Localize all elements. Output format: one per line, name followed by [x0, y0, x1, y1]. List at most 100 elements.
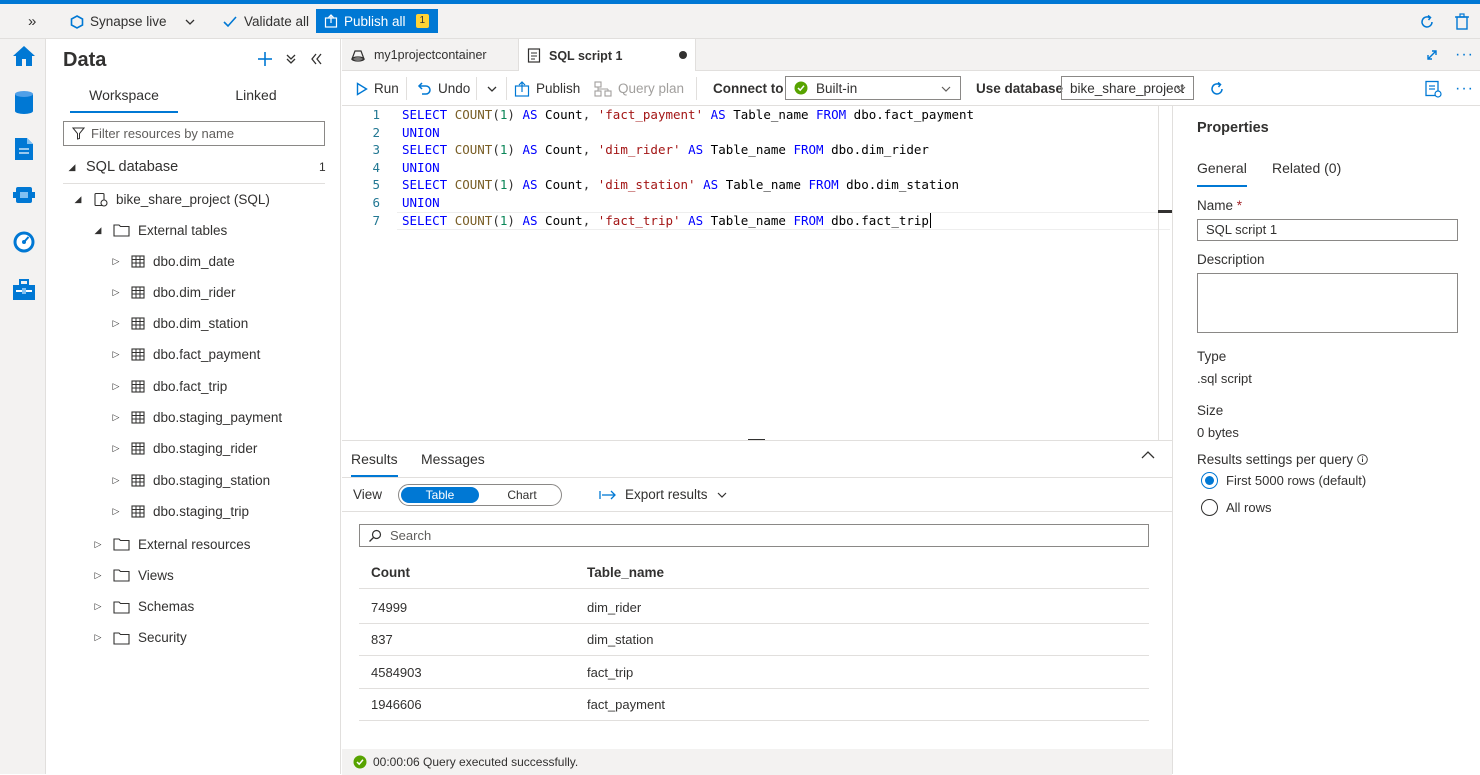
description-textarea[interactable] — [1197, 273, 1458, 333]
tree-table-item[interactable]: ▷ dbo.dim_rider — [47, 277, 341, 307]
code-text: UNION — [402, 125, 440, 140]
code-line[interactable]: 1 SELECT COUNT(1) AS Count, 'fact_payment… — [342, 107, 1172, 125]
undo-dropdown-button[interactable] — [486, 71, 498, 106]
tab-results[interactable]: Results — [351, 451, 398, 477]
view-table-option[interactable]: Table — [401, 487, 479, 503]
view-chart-option[interactable]: Chart — [483, 487, 561, 503]
query-plan-button[interactable]: Query plan — [594, 71, 684, 106]
nav-data[interactable] — [11, 89, 37, 115]
tree-table-item[interactable]: ▷ dbo.staging_rider — [47, 434, 341, 464]
toolbar-more-button[interactable]: ··· — [1455, 71, 1474, 106]
connection-select[interactable]: Built-in — [785, 76, 961, 100]
chevron-down-icon — [1176, 86, 1186, 92]
nav-develop[interactable] — [11, 136, 37, 162]
table-row[interactable]: 4584903 fact_trip — [359, 657, 1149, 689]
table-label: dbo.dim_station — [153, 316, 249, 332]
table-label: dbo.dim_date — [153, 253, 235, 269]
description-label: Description — [1197, 252, 1265, 267]
code-line[interactable]: 6 UNION — [342, 195, 1172, 213]
nav-integrate[interactable] — [11, 182, 37, 208]
tree-folder-item[interactable]: ▷ External resources — [47, 529, 341, 559]
mode-dropdown-button[interactable] — [184, 4, 196, 39]
publish-all-button[interactable]: Publish all 1 — [316, 9, 438, 33]
tree-folder-item[interactable]: ▷ Security — [47, 623, 341, 653]
collapse-rail-button[interactable]: » — [28, 4, 36, 39]
tree-database-node[interactable]: ◢ bike_share_project (SQL) — [47, 184, 341, 214]
container-icon — [351, 50, 365, 62]
info-icon[interactable] — [1357, 454, 1368, 465]
table-row[interactable]: 74999 dim_rider — [359, 592, 1149, 624]
folder-label: Schemas — [138, 599, 195, 615]
top-command-bar: » Synapse live Validate all Publish all … — [0, 4, 1480, 39]
table-row[interactable]: 1946606 fact_payment — [359, 689, 1149, 721]
query-plan-icon — [594, 80, 612, 97]
code-line[interactable]: 5 SELECT COUNT(1) AS Count, 'dim_station'… — [342, 177, 1172, 195]
tab-workspace[interactable]: Workspace — [70, 85, 178, 113]
run-button[interactable]: Run — [356, 71, 399, 106]
tab-sql-script-1[interactable]: SQL script 1 — [518, 39, 696, 72]
collapse-panel-button[interactable] — [309, 51, 323, 72]
properties-toggle-button[interactable] — [1424, 71, 1442, 106]
column-header-table-name[interactable]: Table_name — [587, 565, 664, 580]
code-line[interactable]: 4 UNION — [342, 160, 1172, 178]
tree-table-item[interactable]: ▷ dbo.staging_trip — [47, 496, 341, 526]
tree-folder-item[interactable]: ▷ Views — [47, 560, 341, 590]
add-resource-button[interactable] — [257, 51, 273, 72]
publish-button[interactable]: Publish — [514, 71, 580, 106]
nav-home[interactable] — [11, 43, 37, 69]
required-marker: * — [1236, 198, 1243, 213]
tab-linked[interactable]: Linked — [198, 85, 314, 113]
code-line[interactable]: 2 UNION — [342, 125, 1172, 143]
divider — [476, 77, 477, 100]
undo-button[interactable]: Undo — [416, 71, 470, 106]
tab-general[interactable]: General — [1197, 160, 1247, 187]
count-cell: 74999 — [371, 600, 408, 615]
synapse-live-label: Synapse live — [90, 14, 167, 29]
collapse-all-button[interactable] — [285, 51, 297, 72]
discard-all-button[interactable] — [1454, 4, 1470, 39]
tree-table-item[interactable]: ▷ dbo.dim_station — [47, 309, 341, 339]
type-label: Type — [1197, 349, 1227, 364]
code-line[interactable]: 3 SELECT COUNT(1) AS Count, 'dim_rider' A… — [342, 142, 1172, 160]
export-results-button[interactable]: Export results — [599, 487, 728, 502]
tree-folder-item[interactable]: ▷ Schemas — [47, 592, 341, 622]
tree-table-item[interactable]: ▷ dbo.fact_payment — [47, 340, 341, 370]
undo-label: Undo — [438, 81, 471, 96]
radio-first-5000-rows[interactable]: First 5000 rows (default) — [1201, 472, 1366, 489]
tree-sql-database[interactable]: ◢ SQL database 1 — [47, 152, 341, 182]
tree-table-item[interactable]: ▷ dbo.fact_trip — [47, 371, 341, 401]
tab-related[interactable]: Related (0) — [1272, 160, 1341, 187]
tree-external-tables[interactable]: ◢ External tables — [47, 215, 341, 245]
sql-editor[interactable]: 1 SELECT COUNT(1) AS Count, 'fact_payment… — [342, 106, 1172, 440]
tree-table-item[interactable]: ▷ dbo.staging_station — [47, 465, 341, 495]
validate-all-button[interactable]: Validate all — [222, 4, 309, 39]
synapse-live-mode[interactable]: Synapse live — [70, 4, 167, 39]
tree-table-item[interactable]: ▷ dbo.dim_date — [47, 246, 341, 276]
tab-messages[interactable]: Messages — [421, 451, 485, 477]
unsaved-dot-icon[interactable] — [679, 51, 687, 59]
nav-monitor[interactable] — [11, 229, 37, 255]
more-options-button[interactable]: ··· — [1455, 39, 1474, 71]
radio-all-rows[interactable]: All rows — [1201, 499, 1272, 516]
collapse-results-button[interactable] — [1140, 449, 1156, 464]
editor-scroll-indicator[interactable] — [1158, 210, 1172, 213]
table-row[interactable]: 837 dim_station — [359, 624, 1149, 657]
tree-table-item[interactable]: ▷ dbo.staging_payment — [47, 403, 341, 433]
table-name-cell: dim_station — [587, 632, 654, 648]
refresh-button[interactable] — [1418, 4, 1436, 39]
expand-editor-button[interactable] — [1426, 39, 1438, 71]
radio-selected-icon — [1201, 472, 1218, 489]
view-toggle[interactable]: Table Chart — [398, 484, 562, 506]
editor-scrollbar-track[interactable] — [1158, 106, 1159, 440]
column-header-count[interactable]: Count — [371, 565, 410, 580]
name-input[interactable]: SQL script 1 — [1197, 219, 1458, 241]
table-name-cell: fact_payment — [587, 696, 666, 712]
refresh-database-button[interactable] — [1208, 71, 1226, 106]
nav-manage[interactable] — [11, 277, 37, 303]
query-status-bar: 00:00:06 Query executed successfully. — [342, 749, 1172, 775]
results-search-input[interactable]: Search — [359, 524, 1149, 547]
folder-label: Views — [138, 567, 174, 583]
tab-my1projectcontainer[interactable]: my1projectcontainer — [350, 39, 487, 71]
filter-resources-input[interactable]: Filter resources by name — [63, 121, 325, 146]
database-select[interactable]: bike_share_project — [1061, 76, 1194, 100]
